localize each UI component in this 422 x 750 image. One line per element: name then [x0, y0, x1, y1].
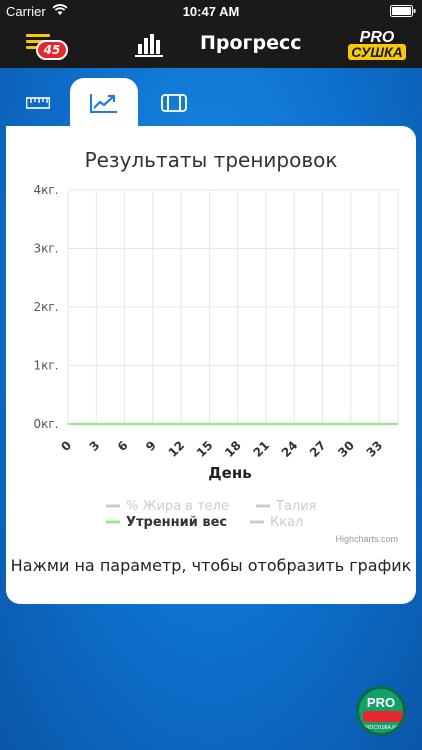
hint-text: Нажми на параметр, чтобы отобразить граф… [10, 556, 412, 575]
x-tick-label: 15 [194, 438, 216, 460]
status-time: 10:47 AM [182, 4, 240, 19]
battery-icon [390, 5, 416, 17]
nav-bar: 45 Прогресс PRO СУШКА [0, 22, 422, 68]
x-axis-label: День [208, 464, 251, 482]
app-logo: PRO СУШКА [348, 29, 406, 60]
menu-button[interactable]: 45 [26, 34, 68, 64]
results-chart: 0кг. 1кг. 2кг. 3кг. 4кг. 0 3 6 9 12 15 18 21 24 27 30 3… [33, 183, 399, 530]
bar-chart-icon[interactable] [134, 30, 164, 58]
ruler-icon [26, 97, 50, 109]
x-tick-label: 18 [222, 438, 244, 460]
status-bar: Carrier 10:47 AM [0, 0, 422, 22]
fab-top-text: PRO [366, 695, 396, 710]
fab-caption: PROСУШКА.РФ [362, 725, 400, 731]
legend-item[interactable]: % Жира в теле [126, 499, 229, 514]
x-tick-label: 27 [307, 438, 329, 460]
progress-card: Результаты тренировок 0кг. 1кг. 2кг. 3кг. 4к… [6, 126, 416, 604]
x-tick-label: 21 [250, 438, 272, 460]
page-title: Прогресс [200, 32, 302, 54]
y-tick-label: 4кг. [33, 183, 58, 197]
y-tick-label: 1кг. [33, 359, 58, 373]
y-tick-label: 3кг. [33, 242, 58, 256]
ruler-tab[interactable] [4, 78, 72, 128]
x-tick-label: 33 [364, 438, 386, 460]
menu-icon [26, 34, 50, 37]
trend-chart-icon [90, 94, 117, 113]
x-tick-label: 24 [279, 438, 301, 460]
y-tick-label: 0кг. [33, 417, 58, 431]
x-tick-label: 9 [143, 438, 159, 454]
fab-ribbon [363, 711, 403, 722]
progress-tab[interactable] [70, 78, 138, 128]
x-tick-label: 0 [58, 438, 74, 454]
x-tick-label: 3 [87, 438, 103, 454]
highcharts-credits[interactable]: Highcharts.com [335, 534, 398, 544]
legend-item[interactable]: Утренний вес [126, 515, 227, 530]
logo-bottom-text: СУШКА [351, 44, 402, 60]
y-tick-label: 2кг. [33, 300, 58, 314]
x-tick-label: 12 [166, 438, 188, 460]
legend-item[interactable]: Ккал [270, 515, 303, 530]
measure-tab[interactable] [140, 78, 208, 128]
body-measure-icon [161, 94, 187, 112]
legend-item[interactable]: Талия [275, 499, 317, 514]
x-tick-label: 6 [115, 438, 131, 454]
brand-fab-button[interactable]: PRO PROСУШКА.РФ [356, 686, 406, 736]
notification-badge: 45 [36, 40, 68, 60]
x-tick-label: 30 [335, 438, 357, 460]
